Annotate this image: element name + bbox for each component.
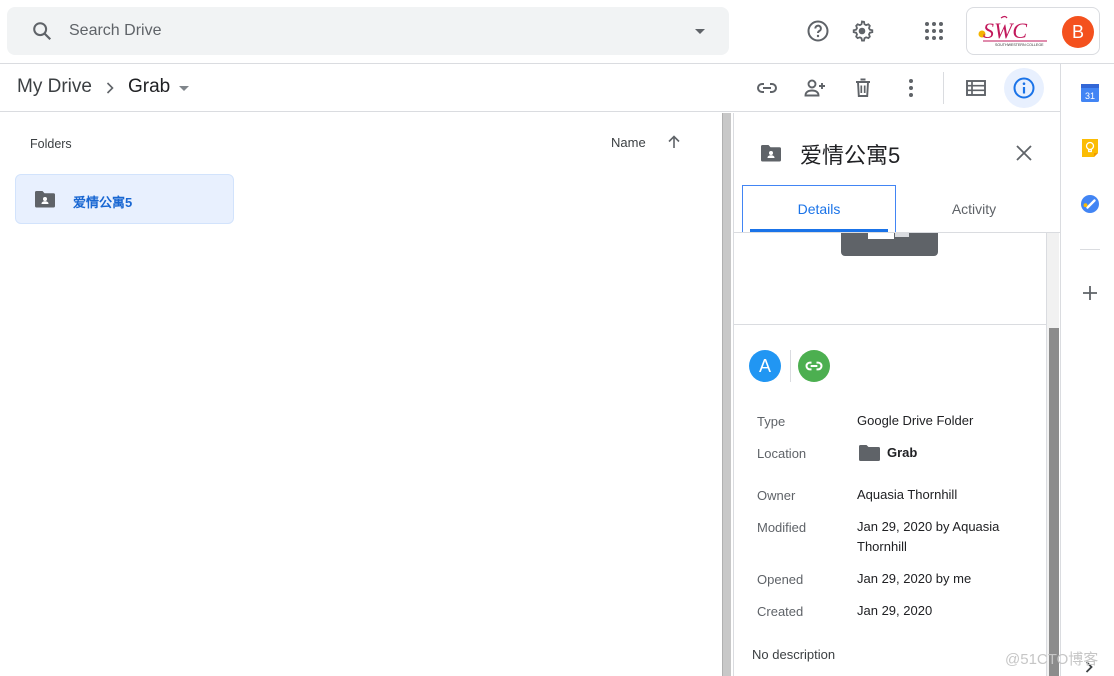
prop-value-type: Google Drive Folder xyxy=(857,413,974,428)
info-button[interactable] xyxy=(1004,68,1044,108)
account-avatar[interactable]: B xyxy=(1062,16,1094,48)
prop-value-location[interactable]: Grab xyxy=(887,445,917,460)
trash-icon[interactable] xyxy=(851,76,875,100)
gear-icon[interactable] xyxy=(850,19,874,43)
add-addon-icon[interactable] xyxy=(1080,283,1100,303)
side-panel-divider xyxy=(1080,249,1100,250)
more-vert-icon[interactable] xyxy=(899,76,923,100)
details-panel: 爱情公寓5 Details Activity A Type Google Dri… xyxy=(733,113,1060,676)
prop-value-opened: Jan 29, 2020 by me xyxy=(857,571,972,586)
svg-text:SWC: SWC xyxy=(983,18,1027,43)
tab-activity[interactable]: Activity xyxy=(897,185,1051,233)
prop-label-location: Location xyxy=(757,446,807,461)
folders-section-label: Folders xyxy=(30,137,72,151)
prop-label-opened: Opened xyxy=(757,572,804,587)
calendar-icon[interactable]: 31 xyxy=(1080,83,1100,103)
details-title: 爱情公寓5 xyxy=(800,143,901,168)
shared-folder-icon xyxy=(35,191,55,208)
file-list: Folders Name 爱情公寓5 xyxy=(0,113,722,676)
active-tab-indicator xyxy=(750,229,888,232)
link-icon xyxy=(805,361,823,371)
details-scrollbar-thumb[interactable] xyxy=(1049,328,1059,676)
prop-value-owner: Aquasia Thornhill xyxy=(857,487,958,502)
list-view-icon[interactable] xyxy=(964,76,988,100)
tasks-icon[interactable] xyxy=(1080,194,1100,214)
prop-label-modified: Modified xyxy=(757,520,807,535)
folder-item[interactable]: 爱情公寓5 xyxy=(15,174,234,224)
folder-icon xyxy=(859,445,880,461)
watermark: @51CTO博客 xyxy=(1005,651,1099,668)
prop-label-type: Type xyxy=(757,414,786,429)
info-icon xyxy=(1013,77,1035,99)
keep-icon[interactable] xyxy=(1080,138,1100,158)
search-icon[interactable] xyxy=(31,20,53,42)
tab-details[interactable]: Details xyxy=(742,185,896,233)
owner-avatar[interactable]: A xyxy=(749,350,781,382)
top-bar: SWC SOUTHWESTERN COLLEGE B xyxy=(0,0,1114,64)
panel-resize-handle[interactable] xyxy=(722,113,731,676)
help-circle-icon[interactable] xyxy=(806,19,830,43)
close-icon[interactable] xyxy=(1014,143,1034,163)
breadcrumb-my-drive[interactable]: My Drive xyxy=(17,76,92,98)
search-bar[interactable] xyxy=(7,7,729,55)
caret-down-icon[interactable] xyxy=(179,86,189,91)
link-icon[interactable] xyxy=(755,76,779,100)
arrow-up-icon[interactable] xyxy=(666,134,682,150)
chevron-right-icon xyxy=(106,82,114,94)
prop-label-created: Created xyxy=(757,604,804,619)
breadcrumb-grab[interactable]: Grab xyxy=(128,76,170,98)
prop-value-modified: Jan 29, 2020 by Aquasia Thornhill xyxy=(857,519,1000,554)
search-options-icon[interactable] xyxy=(695,29,705,34)
share-person-add-icon[interactable] xyxy=(803,76,827,100)
folder-name: 爱情公寓5 xyxy=(73,195,133,210)
apps-grid-icon[interactable] xyxy=(922,19,946,43)
section-divider xyxy=(734,324,1046,325)
side-panel: 31 xyxy=(1060,64,1114,676)
prop-label-owner: Owner xyxy=(757,488,796,503)
svg-text:31: 31 xyxy=(1085,91,1095,101)
sort-by-name-button[interactable]: Name xyxy=(611,135,646,150)
shared-folder-icon xyxy=(761,145,781,162)
description-field[interactable]: No description xyxy=(752,647,835,662)
org-logo: SWC SOUTHWESTERN COLLEGE xyxy=(978,15,1047,47)
folder-preview xyxy=(841,233,938,256)
account-switcher[interactable]: SWC SOUTHWESTERN COLLEGE B xyxy=(966,7,1100,55)
prop-value-created: Jan 29, 2020 xyxy=(857,603,933,618)
toolbar-divider xyxy=(943,72,944,104)
link-sharing-button[interactable] xyxy=(798,350,830,382)
svg-text:SOUTHWESTERN COLLEGE: SOUTHWESTERN COLLEGE xyxy=(995,43,1044,47)
access-divider xyxy=(790,350,791,382)
search-input[interactable] xyxy=(69,22,669,40)
